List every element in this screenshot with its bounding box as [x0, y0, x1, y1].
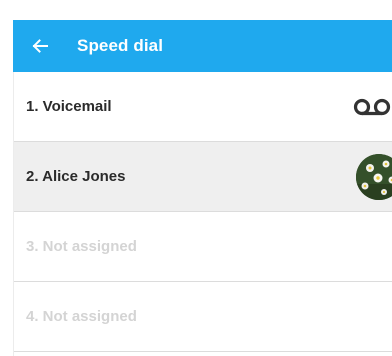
speed-dial-item-label: 4. Not assigned — [26, 308, 137, 325]
speed-dial-screen: Speed dial 1. Voicemail 2. Alice Jones 3… — [0, 0, 392, 356]
avatar — [356, 153, 392, 200]
arrow-left-icon — [32, 38, 48, 54]
list-divider — [13, 72, 14, 356]
speed-dial-item-4[interactable]: 4. Not assigned — [13, 282, 392, 352]
speed-dial-item-3[interactable]: 3. Not assigned — [13, 212, 392, 282]
speed-dial-list: 1. Voicemail 2. Alice Jones 3. Not assig… — [13, 72, 392, 356]
back-button[interactable] — [13, 20, 67, 72]
speed-dial-item-label: 3. Not assigned — [26, 238, 137, 255]
speed-dial-item-1[interactable]: 1. Voicemail — [13, 72, 392, 142]
app-bar: Speed dial — [13, 20, 392, 72]
contact-avatar — [356, 153, 392, 200]
speed-dial-item-label: 1. Voicemail — [26, 98, 112, 115]
speed-dial-item-label: 2. Alice Jones — [26, 168, 126, 185]
page-title: Speed dial — [77, 36, 164, 55]
voicemail-icon — [352, 97, 392, 117]
speed-dial-item-2[interactable]: 2. Alice Jones — [13, 142, 392, 212]
status-area — [0, 0, 392, 20]
